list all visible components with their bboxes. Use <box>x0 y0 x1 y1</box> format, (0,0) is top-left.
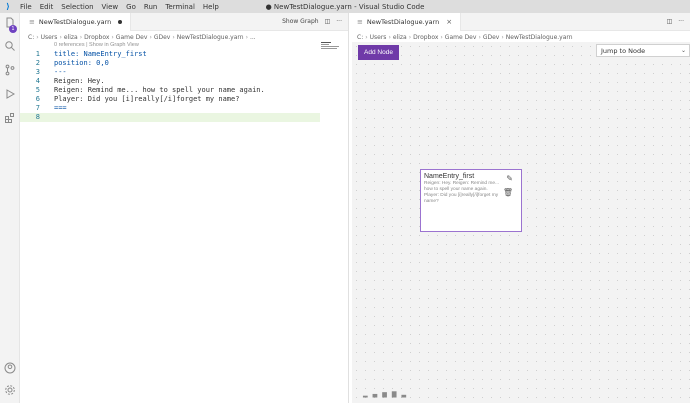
source-control-icon[interactable] <box>3 64 17 78</box>
search-icon[interactable] <box>3 40 17 54</box>
zoom-in-icon[interactable]: ▄ <box>373 391 378 398</box>
split-editor-icon[interactable]: ◫ <box>325 18 331 25</box>
run-debug-icon[interactable] <box>3 88 17 102</box>
codelens[interactable]: 0 references | Show in Graph View <box>54 42 139 48</box>
graph-toolbar: ▂ ▄ ▆ ▇ ▃ <box>363 391 406 398</box>
show-graph-button[interactable]: Show Graph <box>282 18 319 25</box>
breadcrumb-item[interactable]: Game Dev <box>116 34 148 41</box>
align-icon[interactable]: ▆ <box>382 391 387 398</box>
code-line-5: 5 Reigen: Remind me... how to spell your … <box>35 86 265 94</box>
code-line-4: 4 Reigen: Hey. <box>35 77 105 85</box>
arrange-icon[interactable]: ▇ <box>392 391 397 398</box>
breadcrumb-item[interactable]: eliza <box>64 34 78 41</box>
node-body-preview: Reigen: Hey. Reigen: Remind me... how to… <box>424 181 500 204</box>
code-line-1: 1 title: NameEntry_first <box>35 50 147 58</box>
tab-label: NewTestDialogue.yarn <box>366 17 440 26</box>
menu-go[interactable]: Go <box>122 3 140 11</box>
editor-toolbar-right: ◫ ··· <box>667 18 690 25</box>
account-icon[interactable] <box>3 362 17 376</box>
code-line-8-current: 8 <box>20 113 320 122</box>
menu-terminal[interactable]: Terminal <box>161 3 199 11</box>
menu-bar: File Edit Selection View Go Run Terminal… <box>16 3 223 11</box>
breadcrumb-item[interactable]: GDev <box>154 34 171 41</box>
breadcrumb-item[interactable]: C: <box>28 34 34 41</box>
notification-badge: 1 <box>9 25 17 33</box>
menu-selection[interactable]: Selection <box>57 3 97 11</box>
jump-to-node-label: Jump to Node <box>601 46 646 55</box>
code-line-6: 6 Player: Did you [i]really[/i]forget my … <box>35 95 240 103</box>
node-title: NameEntry_first <box>424 173 475 180</box>
menu-file[interactable]: File <box>16 3 36 11</box>
breadcrumb-item[interactable]: C: <box>357 34 363 41</box>
menu-help[interactable]: Help <box>199 3 223 11</box>
split-editor-icon[interactable]: ◫ <box>667 18 673 25</box>
editor-split-divider[interactable] <box>348 13 349 403</box>
breadcrumb-item[interactable]: NewTestDialogue.yarn <box>177 34 244 41</box>
right-tab-bar: ≡ NewTestDialogue.yarn × ◫ ··· <box>349 12 690 31</box>
code-line-2: 2 position: 0,0 <box>35 59 109 67</box>
close-tab-icon[interactable]: × <box>446 18 452 26</box>
tab-newtestdialogue-right[interactable]: ≡ NewTestDialogue.yarn × <box>349 12 462 31</box>
menu-view[interactable]: View <box>98 3 123 11</box>
chevron-down-icon: ⌄ <box>680 47 686 54</box>
edit-pencil-icon[interactable]: ✎ <box>506 174 513 183</box>
graph-view-canvas[interactable]: Add Node Jump to Node ⌄ NameEntry_first … <box>352 42 690 403</box>
breadcrumb-item[interactable]: Dropbox <box>84 34 109 41</box>
extensions-icon[interactable] <box>3 112 17 126</box>
menu-edit[interactable]: Edit <box>36 3 58 11</box>
tab-label: NewTestDialogue.yarn <box>38 17 112 26</box>
breadcrumb-item[interactable]: Game Dev <box>445 34 477 41</box>
dialogue-node[interactable]: NameEntry_first Reigen: Hey. Reigen: Rem… <box>420 169 522 232</box>
code-line-7: 7 === <box>35 104 67 112</box>
breadcrumb-item[interactable]: eliza <box>393 34 407 41</box>
left-tab-bar: ≡ NewTestDialogue.yarn Show Graph ◫ ··· <box>21 12 348 31</box>
breadcrumb-item[interactable]: ... <box>250 34 256 41</box>
delete-trash-icon[interactable]: 🗑 <box>503 188 513 197</box>
breadcrumb-item[interactable]: NewTestDialogue.yarn <box>506 34 573 41</box>
more-actions-icon[interactable]: ··· <box>678 18 684 25</box>
code-line-3: 3 --- <box>35 68 67 76</box>
unsaved-dot-icon[interactable] <box>118 19 123 24</box>
add-node-button[interactable]: Add Node <box>358 45 399 60</box>
breadcrumb-item[interactable]: Users <box>370 34 387 41</box>
title-bar: ⟩ File Edit Selection View Go Run Termin… <box>0 0 690 13</box>
editor-toolbar: Show Graph ◫ ··· <box>282 18 348 25</box>
minimap[interactable] <box>321 42 343 52</box>
file-icon: ≡ <box>29 17 35 26</box>
code-editor[interactable]: 0 references | Show in Graph View 1 title… <box>20 42 348 403</box>
zoom-out-icon[interactable]: ▂ <box>363 391 368 398</box>
fit-icon[interactable]: ▃ <box>402 391 407 398</box>
settings-gear-icon[interactable] <box>3 384 17 398</box>
breadcrumb-item[interactable]: Dropbox <box>413 34 438 41</box>
breadcrumb-item[interactable]: Users <box>41 34 58 41</box>
menu-run[interactable]: Run <box>140 3 161 11</box>
breadcrumb-item[interactable]: GDev <box>483 34 500 41</box>
vscode-logo-icon: ⟩ <box>6 2 10 11</box>
more-actions-icon[interactable]: ··· <box>336 18 342 25</box>
file-icon: ≡ <box>357 17 363 26</box>
tab-newtestdialogue-left[interactable]: ≡ NewTestDialogue.yarn <box>21 12 132 31</box>
activity-bar: 1 <box>0 13 20 403</box>
jump-to-node-select[interactable]: Jump to Node ⌄ <box>596 44 690 57</box>
